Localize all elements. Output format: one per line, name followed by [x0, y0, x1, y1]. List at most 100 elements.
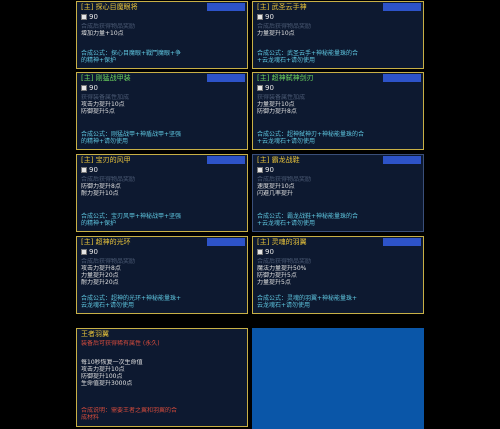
item-title: [主] 霸龙战鞋 [257, 156, 300, 164]
item-title: [主] 刚猛战甲装 [81, 74, 131, 82]
item-attributes: 合成后获得物品奖励 速度提升10点 闪避几率提升 [257, 176, 420, 197]
quality-badge [207, 3, 245, 11]
attribute-line: 合成后获得物品奖励 [81, 23, 136, 30]
special-attributes: 每10秒恢复一次生命值 攻击力提升10点 防御提升100点 生命值提升3000点 [81, 359, 244, 387]
item-icon [257, 14, 263, 20]
item-card[interactable]: [主] 探心目魔眼将 90 合成后获得物品奖励 增加力量+10点 合成公式：探心目魔眼+… [76, 1, 248, 69]
recipe-text: 合成公式：霸龙战鞋+神秘能量珠的合 +云龙魂石+请勿使用 [257, 213, 420, 227]
attribute-line: 防御提升100点 [81, 373, 123, 380]
recipe-line: +云龙魂石+请勿使用 [257, 220, 316, 227]
attribute-line: 攻击力提升8点 [81, 265, 121, 272]
quality-badge [207, 238, 245, 246]
quality-badge [383, 238, 421, 246]
special-item-card[interactable]: 王者羽翼装备后可获得稀有属性 (永久) 每10秒恢复一次生命值 攻击力提升10点 防御… [76, 328, 248, 427]
item-level: 90 [89, 84, 98, 92]
attribute-line: 合成后获得物品奖励 [257, 23, 312, 30]
quality-badge [207, 74, 245, 82]
attribute-line: 力量提升10点 [257, 30, 295, 37]
attribute-line: 耐力提升20点 [81, 279, 119, 286]
item-attributes: 获得装备属性加成 攻击力提升10点 防御提升5点 [81, 94, 244, 115]
recipe-line: 合成公式：超神的光环+神秘能量珠+ [81, 295, 182, 302]
item-title: [主] 超神弑神剑刃 [257, 74, 314, 82]
item-title: [主] 灵魂的羽翼 [257, 238, 307, 246]
item-icon [257, 85, 263, 91]
attribute-line: 合成后获得物品奖励 [81, 258, 136, 265]
recipe-line: 云龙魂石+请勿使用 [81, 302, 135, 309]
item-card[interactable]: [主] 武圣云手神 90 合成后获得物品奖励 力量提升10点 合成公式：武圣云手+神秘能… [252, 1, 424, 69]
attribute-line: 防御提升5点 [81, 108, 115, 115]
item-level: 90 [265, 248, 274, 256]
attribute-line: 攻击力提升10点 [81, 101, 125, 108]
attribute-line: 防御力提升5点 [257, 272, 297, 279]
item-attributes: 合成后获得物品奖励 魔法力量提升50% 防御力提升5点 力量提升5点 [257, 258, 420, 286]
item-title: [主] 超神的光环 [81, 238, 131, 246]
item-attributes: 合成后获得物品奖励 力量提升10点 [257, 23, 420, 37]
item-icon [257, 167, 263, 173]
item-level: 90 [265, 166, 274, 174]
attribute-line: 魔法力量提升50% [257, 265, 307, 272]
attribute-line: 获得装备属性加成 [257, 94, 306, 101]
recipe-text: 合成公式：灵魂的羽翼+神秘能量珠+ 云龙魂石+请勿使用 [257, 295, 420, 309]
recipe-line: 合成公式：探心目魔眼+戰鬥魔眼+争 [81, 50, 182, 57]
item-attributes: 合成后获得物品奖励 增加力量+10点 [81, 23, 244, 37]
recipe-line: 的精神+请勿使用 [81, 138, 129, 145]
empty-slot [252, 328, 424, 429]
special-subtitle: 装备后可获得稀有属性 (永久) [81, 340, 244, 347]
recipe-line: 的精神+保护 [81, 57, 117, 64]
attribute-line: 耐力提升10点 [81, 190, 119, 197]
item-card-grid: [主] 探心目魔眼将 90 合成后获得物品奖励 增加力量+10点 合成公式：探心目魔眼+… [74, 0, 426, 429]
item-card[interactable]: [主] 霸龙战鞋 90 合成后获得物品奖励 速度提升10点 闪避几率提升合成公式：霸龙战… [252, 154, 424, 232]
attribute-line: 攻击力提升10点 [81, 366, 125, 373]
recipe-line: 的精神+保护 [81, 220, 117, 227]
quality-badge [383, 156, 421, 164]
recipe-line: +云龙魂石+请勿使用 [257, 138, 316, 145]
item-card[interactable]: [主] 灵魂的羽翼 90 合成后获得物品奖励 魔法力量提升50% 防御力提升5点 力量提升… [252, 236, 424, 314]
attribute-line: 每10秒恢复一次生命值 [81, 359, 143, 366]
recipe-text: 合成公式：探心目魔眼+戰鬥魔眼+争 的精神+保护 [81, 50, 244, 64]
recipe-line: 合成公式：超神弑神刃+神秘能量珠的合 [257, 131, 365, 138]
item-title: [主] 宝刃的风甲 [81, 156, 131, 164]
item-attributes: 合成后获得物品奖励 攻击力提升8点 力量提升20点 耐力提升20点 [81, 258, 244, 286]
attribute-line: 力量提升5点 [257, 279, 291, 286]
note-line: 合成说明：需要王者之翼和羽翼的合 [81, 407, 178, 414]
item-icon [81, 14, 87, 20]
item-card[interactable]: [主] 刚猛战甲装 90 获得装备属性加成 攻击力提升10点 防御提升5点合成公式：刚猛… [76, 72, 248, 150]
recipe-line: 合成公式：武圣云手+神秘能量珠的合 [257, 50, 359, 57]
item-level: 90 [89, 13, 98, 21]
attribute-line: 合成后获得物品奖励 [257, 176, 312, 183]
attribute-line: 合成后获得物品奖励 [81, 176, 136, 183]
note-line: 成材料 [81, 414, 100, 421]
recipe-text: 合成公式：武圣云手+神秘能量珠的合 +云龙魂石+请勿使用 [257, 50, 420, 64]
attribute-line: 闪避几率提升 [257, 190, 294, 197]
attribute-line: 获得装备属性加成 [81, 94, 130, 101]
quality-badge [383, 3, 421, 11]
item-title: [主] 武圣云手神 [257, 3, 307, 11]
special-title: 王者羽翼 [81, 330, 109, 338]
attribute-line: 力量提升20点 [81, 272, 119, 279]
recipe-text: 合成公式：超神弑神刃+神秘能量珠的合 +云龙魂石+请勿使用 [257, 131, 420, 145]
item-level: 90 [89, 248, 98, 256]
item-icon [81, 85, 87, 91]
item-attributes: 获得装备属性加成 力量提升10点 防御力提升8点 [257, 94, 420, 115]
item-icon [81, 167, 87, 173]
recipe-line: 合成公式：宝刃风甲+神秘战甲+坚强 [81, 213, 182, 220]
item-card[interactable]: [主] 超神的光环 90 合成后获得物品奖励 攻击力提升8点 力量提升20点 耐力提升20… [76, 236, 248, 314]
item-icon [257, 249, 263, 255]
item-level: 90 [89, 166, 98, 174]
item-title: [主] 探心目魔眼将 [81, 3, 138, 11]
item-icon [81, 249, 87, 255]
attribute-line: 增加力量+10点 [81, 30, 124, 37]
attribute-line: 合成后获得物品奖励 [257, 258, 312, 265]
recipe-text: 合成公式：超神的光环+神秘能量珠+ 云龙魂石+请勿使用 [81, 295, 244, 309]
recipe-text: 合成公式：刚猛战甲+神盾战甲+坚强 的精神+请勿使用 [81, 131, 244, 145]
item-card[interactable]: [主] 宝刃的风甲 90 合成后获得物品奖励 防御力提升8点 耐力提升10点合成公式：宝… [76, 154, 248, 232]
item-level: 90 [265, 13, 274, 21]
attribute-line: 防御力提升8点 [81, 183, 121, 190]
recipe-text: 合成公式：宝刃风甲+神秘战甲+坚强 的精神+保护 [81, 213, 244, 227]
item-card[interactable]: [主] 超神弑神剑刃 90 获得装备属性加成 力量提升10点 防御力提升8点合成公式：超… [252, 72, 424, 150]
item-attributes: 合成后获得物品奖励 防御力提升8点 耐力提升10点 [81, 176, 244, 197]
recipe-line: +云龙魂石+请勿使用 [257, 57, 316, 64]
quality-badge [207, 156, 245, 164]
subtitle-line: 装备后可获得稀有属性 (永久) [81, 340, 160, 347]
item-level: 90 [265, 84, 274, 92]
